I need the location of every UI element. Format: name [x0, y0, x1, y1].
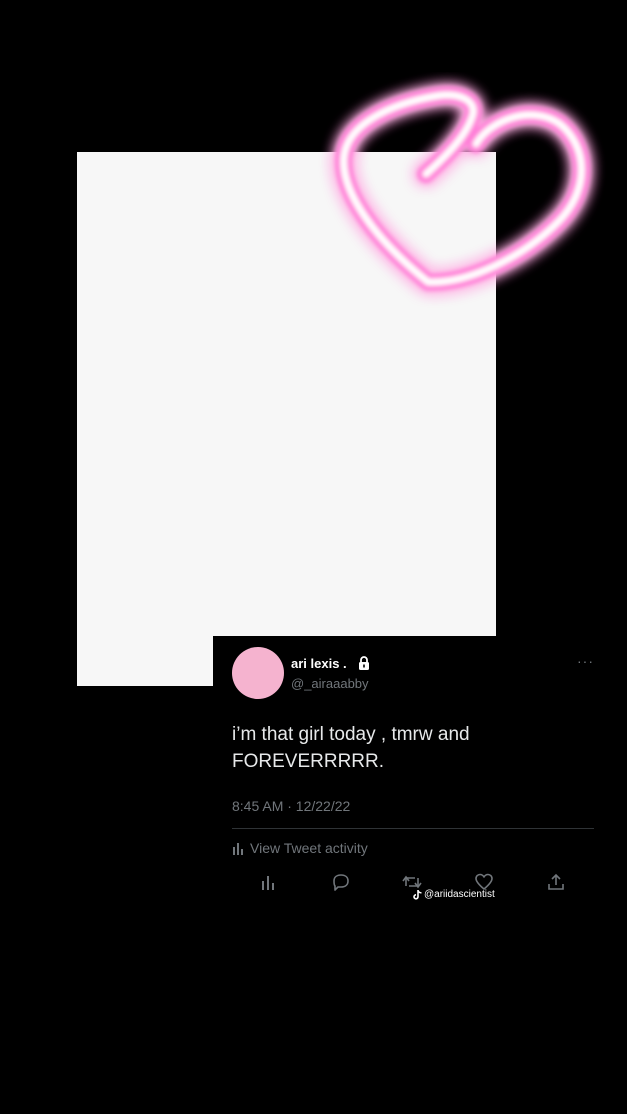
handle[interactable]: @_airaaabby	[291, 676, 369, 691]
analytics-icon	[233, 843, 243, 855]
tiktok-watermark: @ariidascientist	[413, 889, 495, 900]
more-icon[interactable]: ···	[577, 654, 594, 668]
analytics-icon[interactable]	[259, 872, 279, 892]
display-name[interactable]: ari lexis .	[291, 656, 347, 671]
avatar[interactable]	[232, 647, 284, 699]
tiktok-icon	[413, 889, 422, 900]
lock-icon	[359, 656, 369, 670]
reply-icon[interactable]	[331, 872, 351, 892]
watermark-text: @ariidascientist	[424, 889, 495, 900]
divider	[232, 828, 594, 829]
view-activity-link[interactable]: View Tweet activity	[232, 839, 368, 857]
share-icon[interactable]	[546, 872, 566, 892]
neon-heart-sticker	[334, 86, 591, 292]
tweet-card: ari lexis . @_airaaabby ··· i’m that gir…	[213, 636, 627, 926]
view-activity-label: View Tweet activity	[250, 840, 368, 856]
timestamp[interactable]: 8:45 AM · 12/22/22	[232, 798, 350, 814]
tweet-text: i’m that girl today , tmrw and FOREVERRR…	[232, 724, 470, 772]
